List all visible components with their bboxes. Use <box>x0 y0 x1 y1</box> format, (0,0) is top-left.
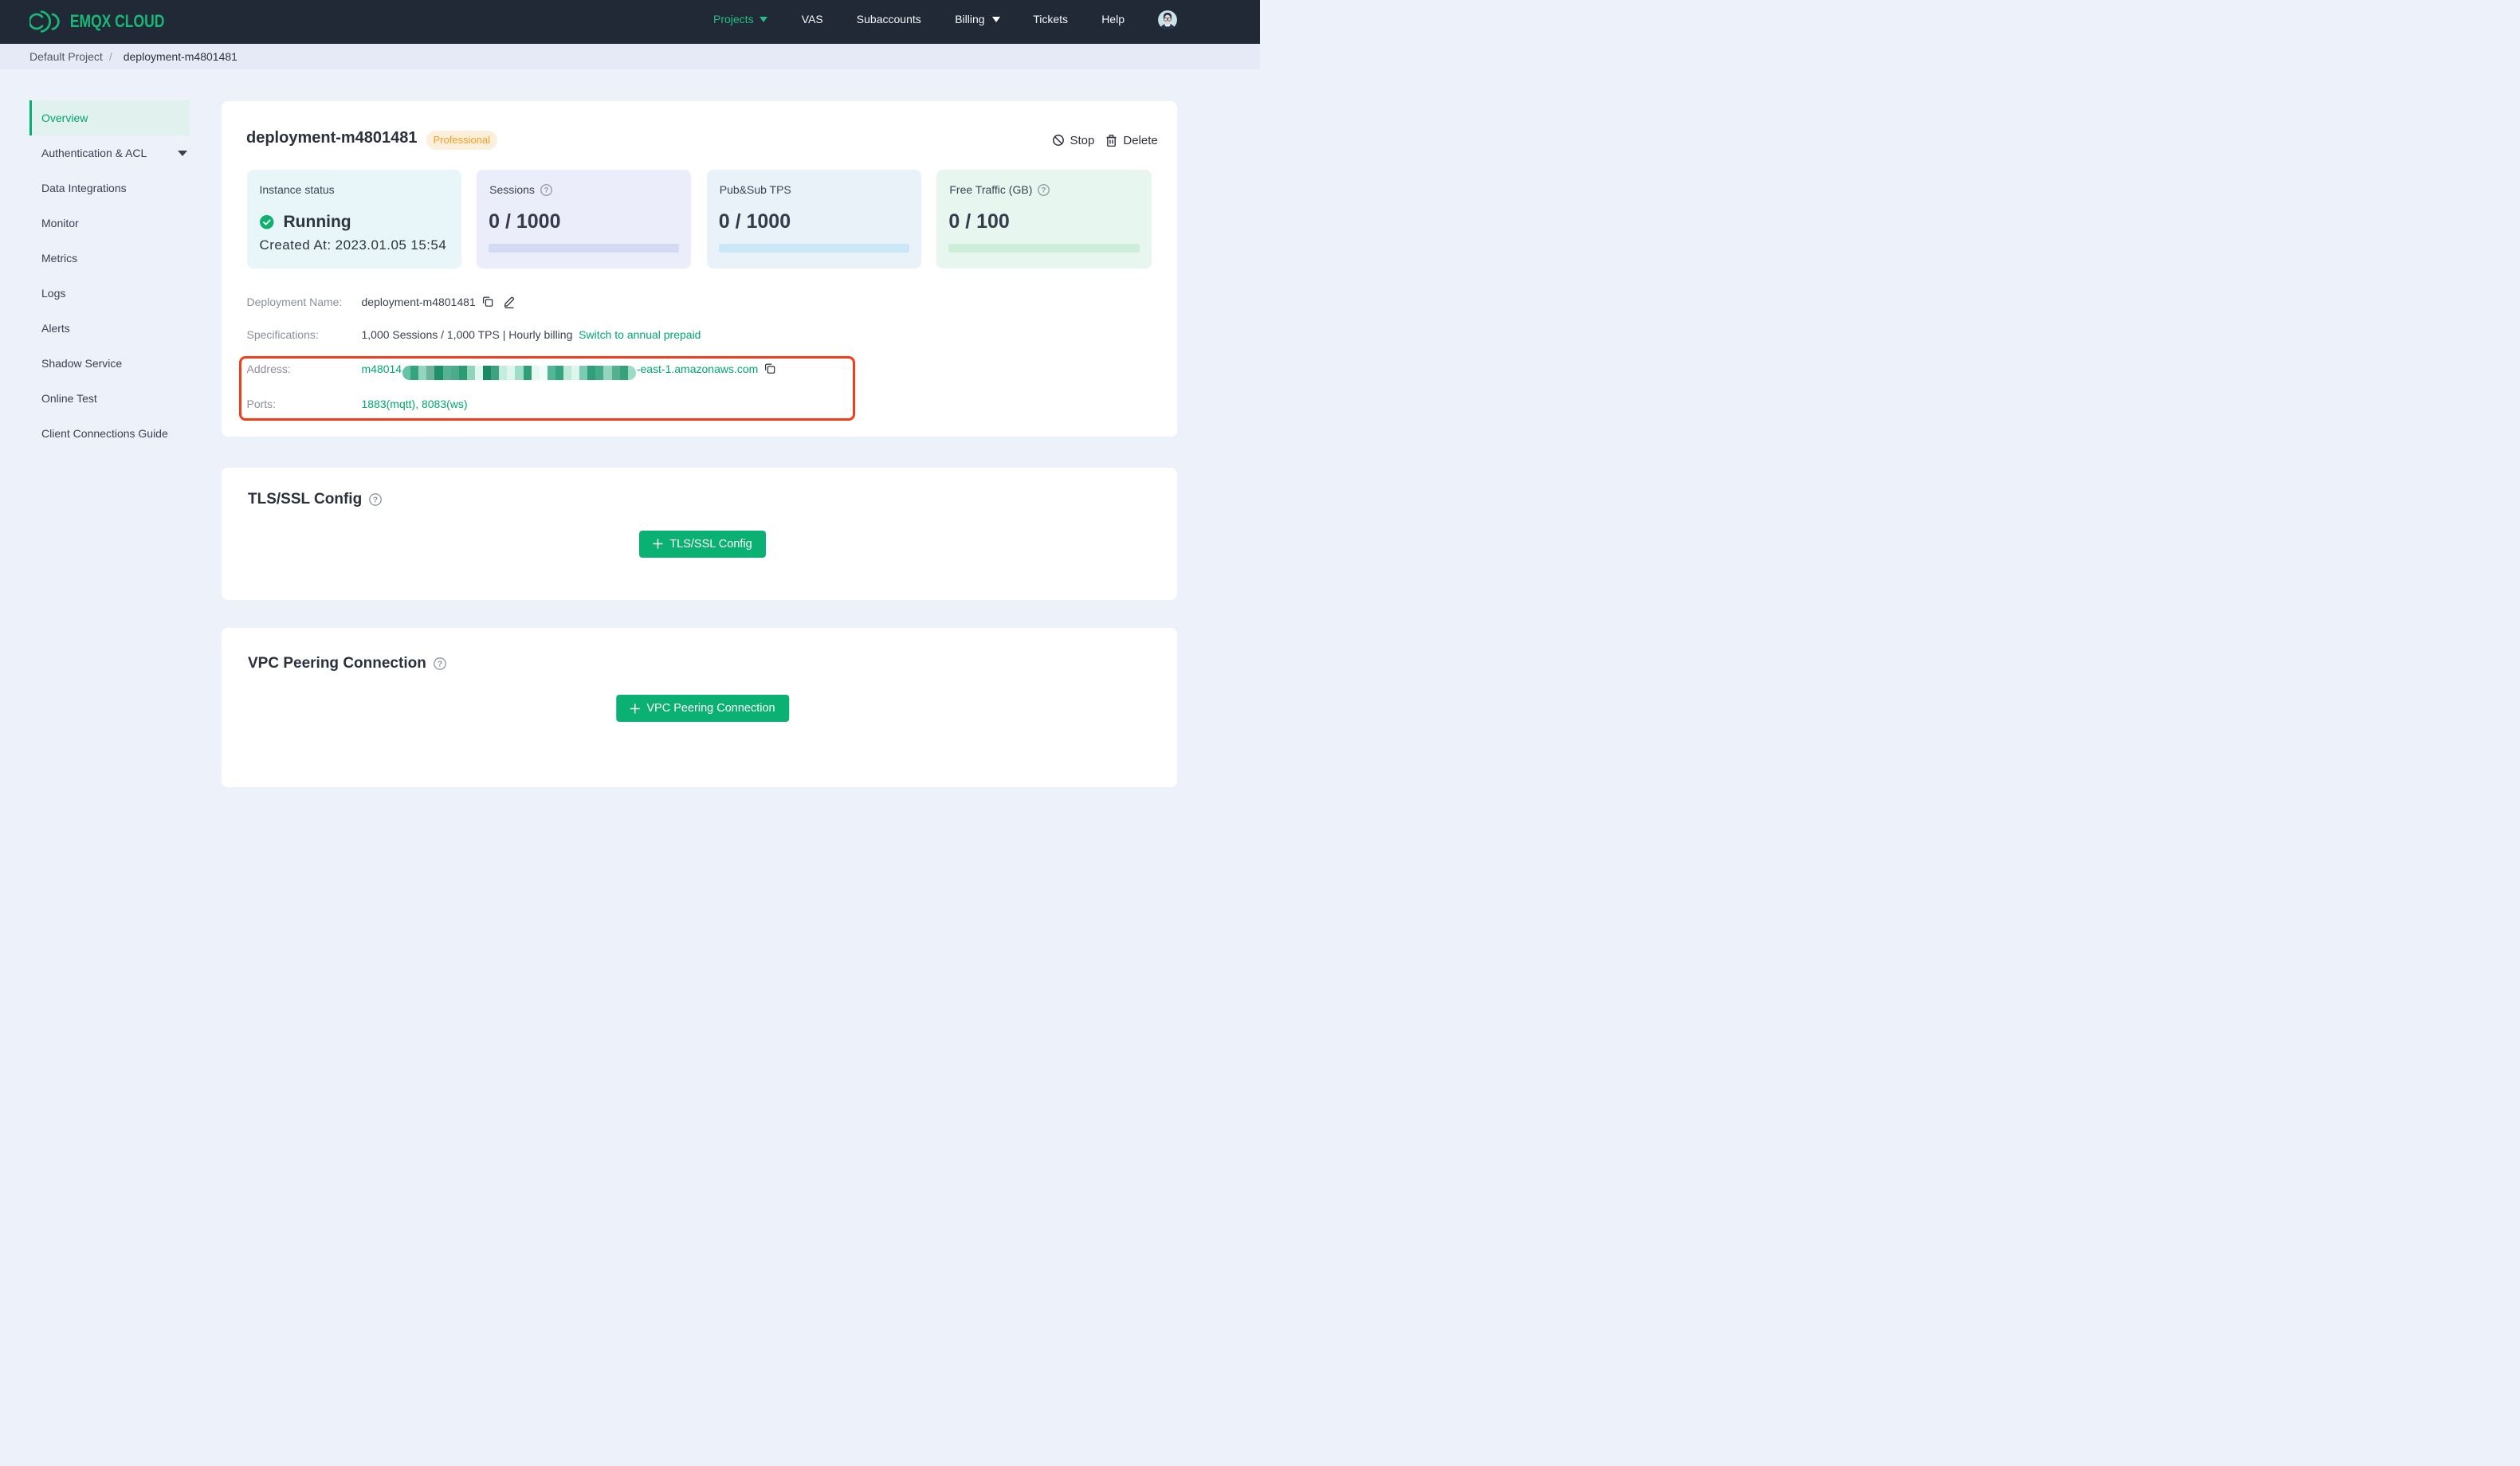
svg-text:?: ? <box>1042 186 1046 194</box>
svg-text:EMQX CLOUD: EMQX CLOUD <box>70 11 165 31</box>
svg-text:?: ? <box>373 496 378 505</box>
svg-text:?: ? <box>438 659 442 668</box>
svg-text:?: ? <box>544 186 549 194</box>
